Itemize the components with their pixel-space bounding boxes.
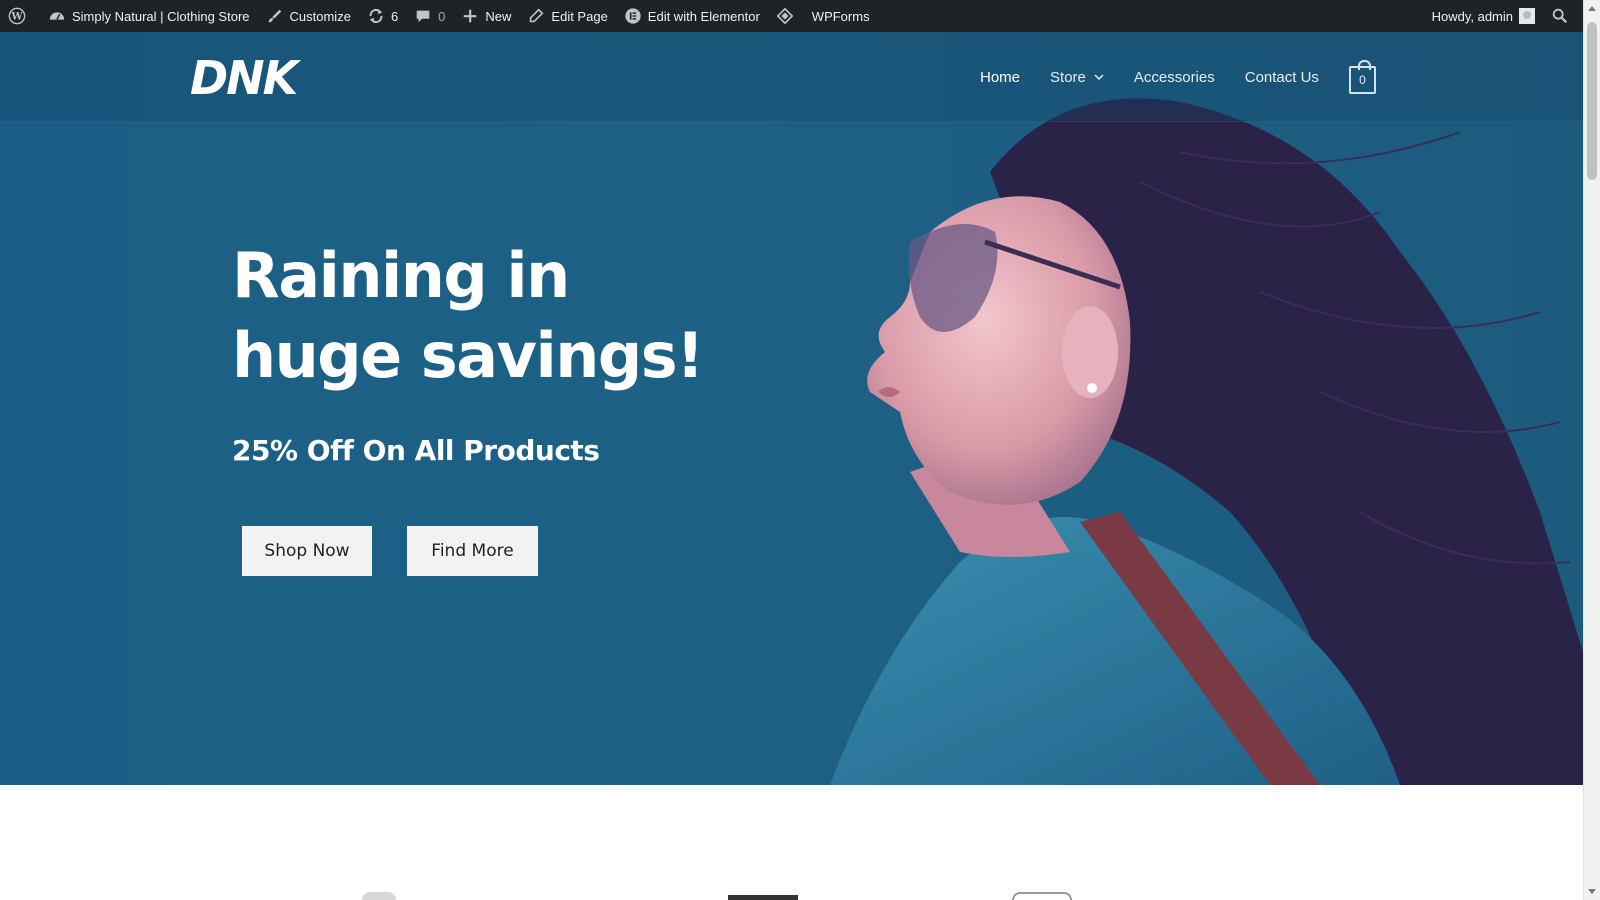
my-account-link[interactable]: Howdy, admin <box>1424 0 1543 32</box>
find-more-button[interactable]: Find More <box>407 526 538 576</box>
main-navigation: Home Store Accessories Contact Us 0 <box>980 60 1376 94</box>
cart-count: 0 <box>1359 73 1366 87</box>
edit-page-label: Edit Page <box>551 8 608 24</box>
edit-elementor-label: Edit with Elementor <box>647 8 760 24</box>
updates-count: 6 <box>390 8 399 24</box>
wpforms-label: WPForms <box>811 8 870 24</box>
dnk-logo[interactable]: DNK <box>190 50 310 106</box>
scroll-up-arrow-icon[interactable] <box>1588 6 1596 11</box>
partial-image-left <box>362 892 396 900</box>
customize-label: Customize <box>289 8 351 24</box>
scroll-down-arrow-icon[interactable] <box>1588 889 1596 894</box>
plus-icon <box>461 7 479 25</box>
search-icon <box>1551 7 1569 25</box>
chevron-down-icon <box>1094 74 1104 81</box>
paintbrush-icon <box>266 7 284 25</box>
cart-icon[interactable]: 0 <box>1348 60 1376 94</box>
edit-with-elementor-link[interactable]: Edit with Elementor <box>616 0 768 32</box>
hero-subheadline: 25% Off On All Products <box>232 434 600 467</box>
nav-item-home[interactable]: Home <box>980 69 1020 86</box>
nav-item-accessories[interactable]: Accessories <box>1134 69 1215 86</box>
wordpress-icon: W <box>8 7 26 25</box>
hero-woman-image <box>830 98 1583 785</box>
site-name-label: Simply Natural | Clothing Store <box>72 8 250 24</box>
nav-item-store-label: Store <box>1050 68 1086 86</box>
howdy-label: Howdy, admin <box>1431 8 1513 24</box>
dashboard-icon <box>48 7 66 25</box>
comment-icon <box>414 7 432 25</box>
edit-page-link[interactable]: Edit Page <box>519 0 615 32</box>
svg-text:W: W <box>10 12 23 23</box>
customize-link[interactable]: Customize <box>258 0 359 32</box>
new-content-link[interactable]: New <box>453 0 519 32</box>
shop-now-button[interactable]: Shop Now <box>242 526 372 576</box>
wpforms-link[interactable]: WPForms <box>768 0 878 32</box>
new-label: New <box>485 8 512 24</box>
admin-search-button[interactable] <box>1543 0 1583 32</box>
wp-admin-bar: W Simply Natural | Clothing Store Custom… <box>0 0 1583 32</box>
updates-link[interactable]: 6 <box>359 0 406 32</box>
hero-section: DNK Home Store Accessories Contact Us 0 … <box>0 32 1583 785</box>
avatar <box>1519 8 1535 24</box>
updates-icon <box>367 7 385 25</box>
partial-heading <box>728 895 798 900</box>
comments-link[interactable]: 0 <box>406 0 453 32</box>
partial-image-right <box>1012 892 1072 900</box>
below-fold-section <box>0 785 1583 900</box>
nav-item-contact-us[interactable]: Contact Us <box>1245 69 1319 86</box>
elementor-icon <box>624 7 642 25</box>
hero-headline: Raining in huge savings! <box>232 239 704 392</box>
page-scrollbar[interactable] <box>1583 0 1600 900</box>
site-name-link[interactable]: Simply Natural | Clothing Store <box>40 0 258 32</box>
wpforms-icon <box>776 7 794 25</box>
scrollbar-thumb[interactable] <box>1587 22 1597 180</box>
site-header: DNK Home Store Accessories Contact Us 0 <box>0 32 1583 122</box>
svg-text:DNK: DNK <box>190 51 302 105</box>
comments-count: 0 <box>438 8 446 24</box>
wordpress-logo-button[interactable]: W <box>0 0 40 32</box>
nav-item-store[interactable]: Store <box>1050 69 1104 86</box>
pencil-icon <box>527 7 545 25</box>
